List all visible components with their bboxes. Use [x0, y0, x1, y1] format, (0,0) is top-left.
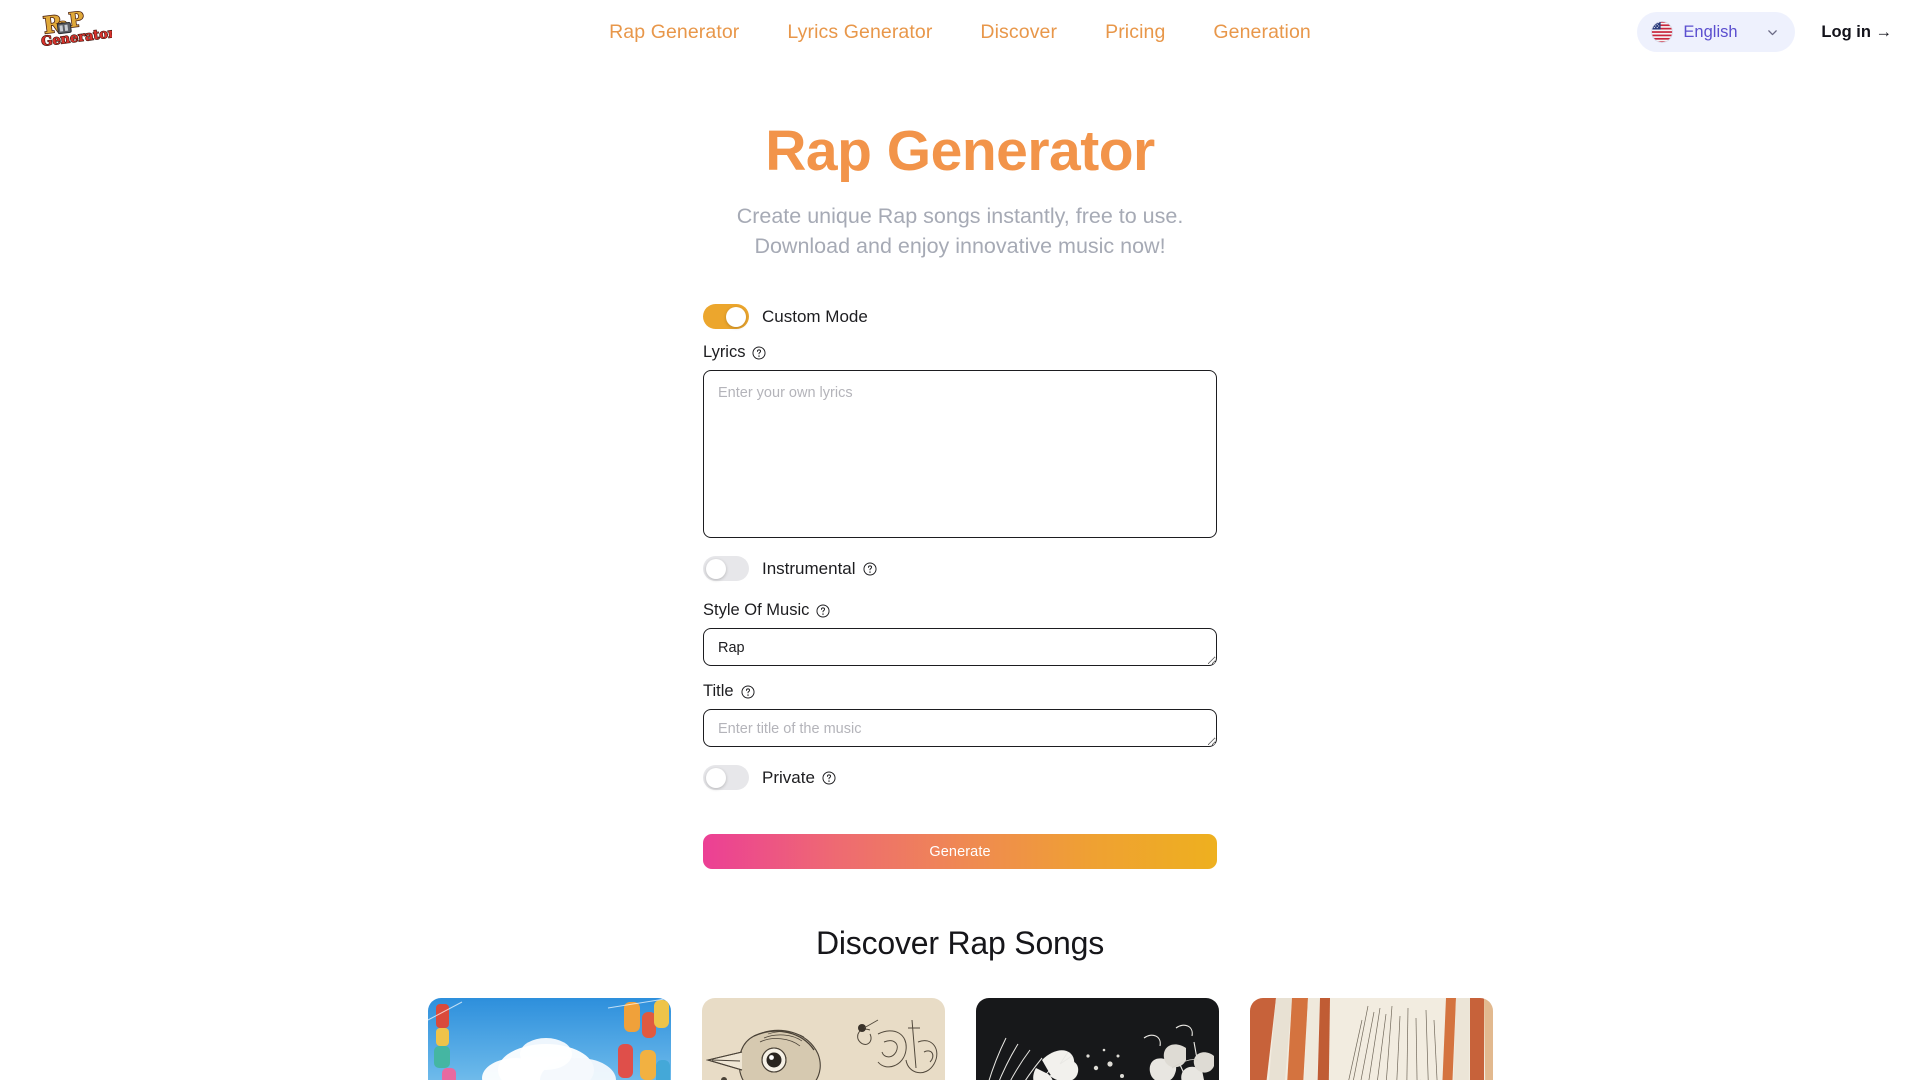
lyrics-field-block: Lyrics	[703, 343, 1217, 539]
site-header: R a P Generator Rap Generator Lyrics Gen…	[0, 0, 1920, 64]
discover-card-ink-burst-image	[1249, 998, 1493, 1080]
nav-link-rap-generator[interactable]: Rap Generator	[585, 21, 763, 44]
title-input[interactable]	[703, 709, 1217, 748]
main-content: Rap Generator Create unique Rap songs in…	[0, 64, 1920, 1080]
discover-card-sky-kites[interactable]	[427, 998, 671, 1080]
subtitle-line-1: Create unique Rap songs instantly, free …	[736, 203, 1184, 228]
generation-form: Custom Mode Lyrics Instrumental	[703, 304, 1217, 870]
private-toggle-knob	[706, 767, 726, 788]
language-selector[interactable]: English	[1637, 12, 1796, 52]
private-label-text: Private	[762, 767, 815, 787]
nav-link-lyrics-generator[interactable]: Lyrics Generator	[763, 21, 956, 44]
nav-link-generation[interactable]: Generation	[1189, 21, 1334, 44]
us-flag-icon	[1651, 21, 1674, 43]
style-of-music-label-text: Style Of Music	[703, 601, 810, 620]
private-toggle[interactable]	[703, 765, 749, 791]
discover-heading: Discover Rap Songs	[815, 925, 1105, 962]
lyrics-label-text: Lyrics	[703, 343, 746, 362]
instrumental-label: Instrumental	[762, 559, 877, 579]
question-circle-icon[interactable]	[741, 685, 755, 699]
style-of-music-input[interactable]	[703, 628, 1217, 667]
instrumental-label-text: Instrumental	[762, 558, 856, 578]
discover-card-botanical-dark[interactable]	[975, 998, 1219, 1080]
lyrics-label: Lyrics	[703, 343, 1217, 362]
custom-mode-toggle-knob	[726, 306, 746, 327]
generate-button[interactable]: Generate	[703, 834, 1217, 870]
page-subtitle: Create unique Rap songs instantly, free …	[737, 201, 1184, 262]
question-circle-icon[interactable]	[822, 771, 836, 785]
discover-card-sky-kites-image	[427, 998, 671, 1080]
discover-card-bird-sketch[interactable]	[701, 998, 945, 1080]
discover-card-ink-burst[interactable]	[1249, 998, 1493, 1080]
main-nav: Rap Generator Lyrics Generator Discover …	[585, 0, 1335, 64]
private-row: Private	[703, 765, 1217, 791]
question-circle-icon[interactable]	[752, 346, 767, 360]
nav-link-pricing[interactable]: Pricing	[1081, 21, 1189, 44]
discover-card-list	[0, 998, 1920, 1080]
language-label: English	[1683, 22, 1738, 41]
subtitle-line-2: Download and enjoy innovative music now!	[754, 234, 1166, 259]
page-title: Rap Generator	[765, 119, 1155, 183]
private-label: Private	[762, 768, 836, 788]
lyrics-input[interactable]	[703, 370, 1217, 539]
site-logo[interactable]: R a P Generator	[34, 6, 112, 52]
discover-card-botanical-dark-image	[975, 998, 1219, 1080]
rap-generator-logo-icon: R a P Generator	[40, 6, 112, 50]
custom-mode-row: Custom Mode	[703, 304, 1217, 330]
style-of-music-label: Style Of Music	[703, 601, 1217, 620]
custom-mode-toggle[interactable]	[703, 304, 749, 330]
question-circle-icon[interactable]	[816, 604, 830, 618]
custom-mode-label: Custom Mode	[762, 307, 868, 327]
instrumental-toggle[interactable]	[703, 556, 749, 582]
title-label: Title	[703, 682, 1217, 701]
header-actions: English Log in →	[1637, 0, 1896, 64]
chevron-down-icon	[1768, 29, 1778, 35]
custom-mode-label-text: Custom Mode	[762, 306, 868, 326]
discover-card-bird-sketch-image	[701, 998, 945, 1080]
question-circle-icon[interactable]	[863, 562, 877, 576]
login-button[interactable]: Log in →	[1817, 17, 1896, 48]
nav-link-discover[interactable]: Discover	[956, 21, 1081, 44]
style-of-music-field-block: Style Of Music	[703, 601, 1217, 667]
instrumental-toggle-knob	[706, 558, 726, 579]
title-label-text: Title	[703, 682, 734, 701]
instrumental-row: Instrumental	[703, 556, 1217, 582]
title-field-block: Title	[703, 682, 1217, 748]
